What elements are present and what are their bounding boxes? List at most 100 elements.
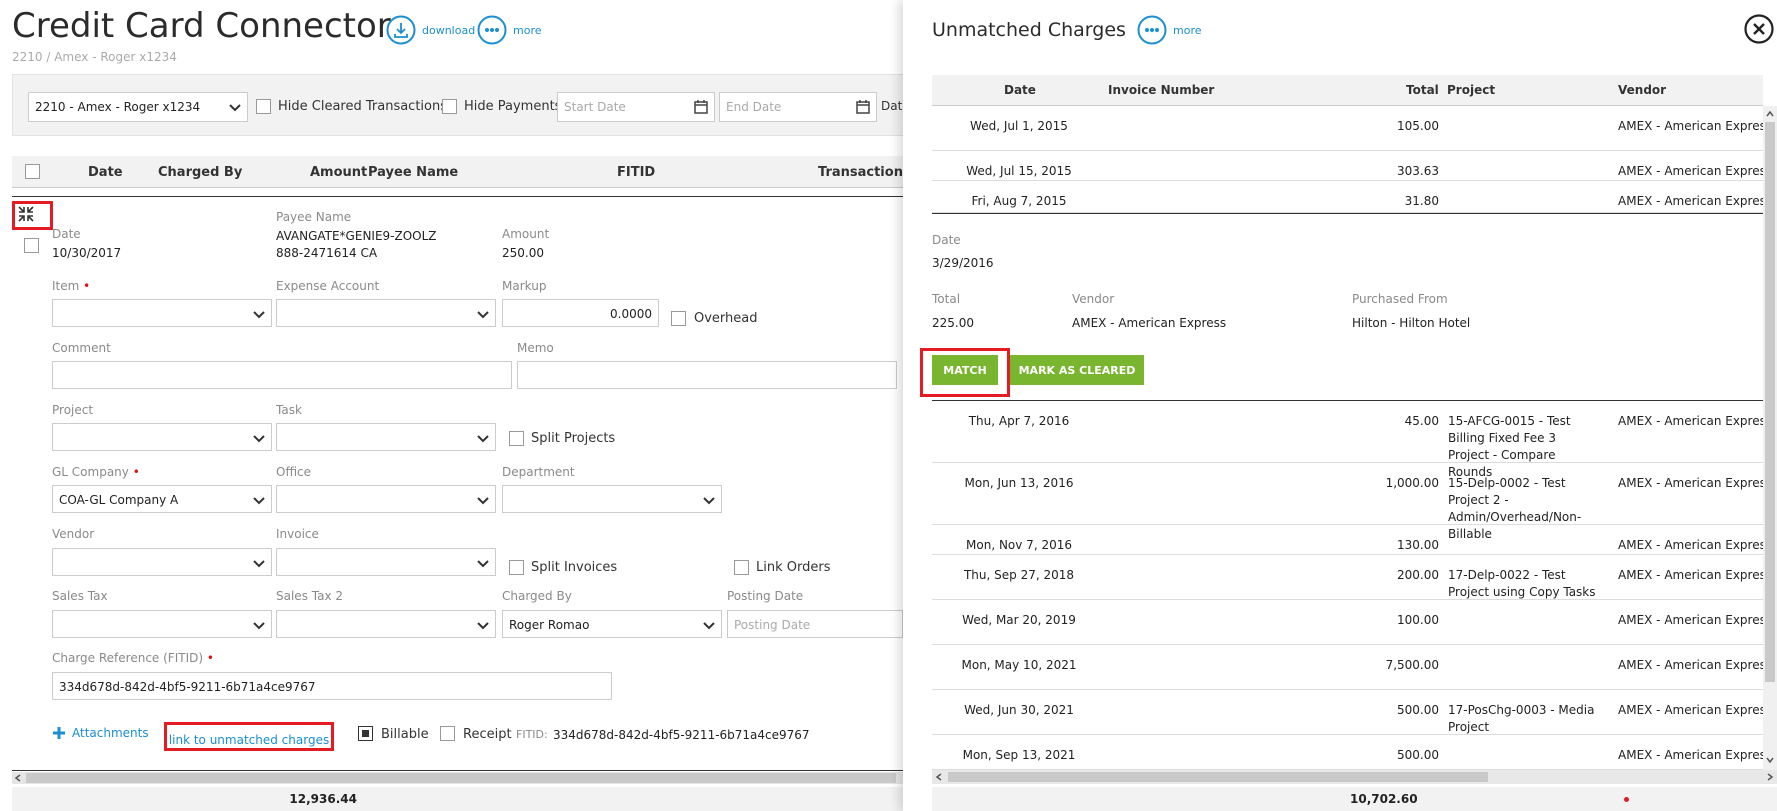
uc-col-total[interactable]: Total [1406, 83, 1439, 97]
memo-label: Memo [517, 341, 554, 355]
calendar-icon[interactable] [694, 100, 708, 114]
table-row[interactable]: Wed, Jul 15, 2015 303.63 AMEX - American E… [932, 151, 1772, 181]
link-orders-checkbox[interactable] [734, 560, 749, 575]
row-vendor: AMEX - American Express [1618, 476, 1773, 490]
left-panel: Credit Card Connector 2210 / Amex - Roge… [0, 0, 923, 811]
vendor-select[interactable] [52, 548, 272, 576]
sales-tax2-select[interactable] [276, 610, 496, 638]
unmatched-horizontal-scrollbar[interactable] [932, 770, 1777, 784]
split-projects-checkbox[interactable] [509, 431, 524, 446]
hide-cleared-checkbox[interactable] [256, 99, 271, 114]
fitid-input[interactable]: 334d678d-842d-4bf5-9211-6b71a4ce9767 [52, 672, 612, 700]
posting-date-input[interactable]: Posting Date [727, 610, 903, 638]
required-dot: • [206, 651, 214, 665]
scroll-down-icon[interactable] [1766, 756, 1774, 764]
account-select[interactable]: 2210 - Amex - Roger x1234 [28, 92, 248, 122]
sales-tax-label: Sales Tax [52, 589, 108, 603]
col-amount[interactable]: Amount [310, 165, 367, 180]
uc-col-vendor[interactable]: Vendor [1618, 83, 1666, 97]
gl-company-label: GL Company • [52, 465, 140, 479]
table-row[interactable]: Thu, Apr 7, 2016 45.00 15-AFCG-0015 - Test… [932, 401, 1772, 479]
row-date: Thu, Sep 27, 2018 [963, 568, 1075, 582]
billable-checkbox[interactable] [358, 726, 373, 741]
overhead-label: Overhead [694, 311, 758, 326]
item-select[interactable] [52, 299, 272, 327]
attachments-button[interactable]: Attachments [52, 726, 149, 740]
posting-date-placeholder: Posting Date [734, 618, 811, 632]
row-total: 1,000.00 [1385, 476, 1439, 490]
table-row[interactable]: Mon, Sep 13, 2021 500.00 AMEX - American E… [932, 735, 1772, 770]
link-unmatched-button[interactable]: link to unmatched charges [164, 722, 334, 751]
receipt-checkbox[interactable] [440, 726, 455, 741]
unmatched-horizontal-thumb[interactable] [948, 772, 1488, 782]
task-select[interactable] [276, 423, 496, 451]
unmatched-footer-total: 10,702.60 [1350, 792, 1418, 806]
project-select[interactable] [52, 423, 272, 451]
scroll-left-icon[interactable] [935, 773, 943, 781]
calendar-icon[interactable] [856, 100, 870, 114]
sel-vendor-value: AMEX - American Express [1072, 316, 1227, 330]
select-all-checkbox[interactable] [25, 164, 40, 179]
uc-col-date[interactable]: Date [1004, 83, 1036, 97]
vendor-label: Vendor [52, 527, 95, 541]
close-button[interactable] [1744, 14, 1774, 44]
table-row[interactable]: Thu, Sep 27, 2018 200.00 17-Delp-0022 - Te… [932, 555, 1772, 600]
row-total: 45.00 [1404, 414, 1439, 428]
comment-input[interactable] [52, 361, 512, 389]
chevron-down-icon [477, 435, 489, 443]
markup-input[interactable]: 0.0000 [502, 299, 659, 327]
fitid-short-label: FITID: [516, 728, 548, 741]
gl-company-select[interactable]: COA-GL Company A [52, 485, 272, 513]
table-row[interactable]: Mon, May 10, 2021 7,500.00 AMEX - American… [932, 645, 1772, 690]
col-payee-name[interactable]: Payee Name [368, 165, 458, 180]
department-select[interactable] [502, 485, 722, 513]
col-fitid[interactable]: FITID [617, 165, 655, 180]
table-row[interactable]: Mon, Jun 13, 2016 1,000.00 15-Delp-0002 - … [932, 463, 1772, 541]
row-vendor: AMEX - American Express [1618, 613, 1773, 627]
overhead-checkbox[interactable] [671, 311, 686, 326]
match-highlight [920, 348, 1010, 397]
uc-col-project[interactable]: Project [1447, 83, 1495, 97]
amount-label: Amount [502, 227, 550, 241]
table-row[interactable]: Wed, Mar 20, 2019 100.00 AMEX - American E… [932, 600, 1772, 645]
table-row[interactable]: Wed, Jun 30, 2021 500.00 17-PosChg-0003 - … [932, 690, 1772, 735]
table-row[interactable]: Fri, Aug 7, 2015 31.80 AMEX - American Exp… [932, 181, 1772, 213]
expense-account-select[interactable] [276, 299, 496, 327]
footer-total-bar: 12,936.44 [12, 787, 903, 811]
invoice-select[interactable] [276, 548, 496, 576]
vertical-scrollbar[interactable] [1763, 106, 1777, 770]
uc-col-invoice[interactable]: Invoice Number [1108, 83, 1214, 97]
hide-payments-checkbox[interactable] [442, 99, 457, 114]
sales-tax-select[interactable] [52, 610, 272, 638]
horizontal-scrollbar[interactable] [12, 772, 903, 784]
scroll-left-icon[interactable] [14, 774, 22, 782]
memo-input[interactable] [517, 361, 897, 389]
row-checkbox[interactable] [24, 238, 39, 253]
office-select[interactable] [276, 485, 496, 513]
table-row[interactable]: Wed, Jul 1, 2015 105.00 AMEX - American Ex… [932, 106, 1772, 151]
row-date: Mon, Sep 13, 2021 [962, 748, 1076, 762]
scroll-right-icon[interactable] [1766, 773, 1774, 781]
unmatched-more-button[interactable]: more [1137, 15, 1202, 45]
chevron-down-icon [477, 497, 489, 505]
end-date-input[interactable]: End Date [719, 92, 877, 122]
mark-cleared-button[interactable]: MARK AS CLEARED [1010, 355, 1144, 385]
sel-date-label: Date [932, 233, 961, 247]
unmatched-more-label: more [1173, 23, 1202, 37]
row-project: 17-Delp-0022 - Test Project using Copy T… [1448, 568, 1596, 599]
charged-by-select[interactable]: Roger Romao [502, 610, 722, 638]
more-button[interactable]: more [477, 15, 542, 45]
split-invoices-checkbox[interactable] [509, 560, 524, 575]
col-charged-by[interactable]: Charged By [158, 165, 242, 180]
start-date-input[interactable]: Start Date [557, 92, 715, 122]
hide-cleared-label: Hide Cleared Transactions [278, 99, 448, 114]
row-date: Wed, Jul 15, 2015 [966, 164, 1072, 178]
scroll-up-icon[interactable] [1766, 110, 1774, 118]
table-row[interactable]: Mon, Nov 7, 2016 130.00 AMEX - American Ex… [932, 525, 1772, 555]
payee-line2: 888-2471614 CA [276, 246, 378, 260]
scrollbar-thumb[interactable] [26, 773, 896, 783]
col-date[interactable]: Date [88, 165, 123, 180]
vertical-scrollbar-thumb[interactable] [1765, 122, 1775, 682]
attachments-label: Attachments [72, 726, 149, 740]
download-button[interactable]: download [386, 15, 475, 45]
